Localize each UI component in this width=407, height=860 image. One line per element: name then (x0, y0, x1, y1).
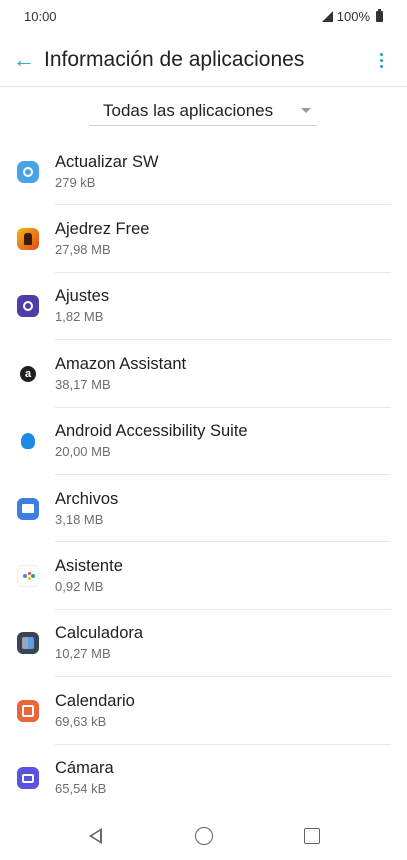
app-size: 20,00 MB (55, 444, 111, 460)
app-name: Android Accessibility Suite (55, 422, 248, 441)
calculator-icon (17, 632, 39, 655)
list-item-actualizar-sw[interactable]: Actualizar SW 279 kB (0, 138, 407, 206)
signal-icon (321, 10, 333, 22)
app-size: 38,17 MB (55, 376, 111, 392)
app-bar: ← Información de aplicaciones (0, 36, 407, 84)
system-navigation-bar (0, 812, 407, 860)
settings-icon (17, 295, 39, 318)
list-item-android-accessibility-suite[interactable]: Android Accessibility Suite 20,00 MB (0, 408, 407, 476)
app-name: Ajedrez Free (55, 220, 150, 239)
chess-icon (17, 228, 39, 251)
list-item-asistente[interactable]: Asistente 0,92 MB (0, 542, 407, 611)
list-item-archivos[interactable]: Archivos 3,18 MB (0, 475, 407, 543)
more-options-icon[interactable] (369, 48, 393, 72)
amazon-icon (17, 362, 39, 385)
files-icon (17, 497, 39, 520)
app-name: Amazon Assistant (55, 354, 187, 373)
list-item-calendario[interactable]: Calendario 69,63 kB (0, 677, 407, 745)
app-size: 10,27 MB (55, 646, 111, 662)
list-item-ajustes[interactable]: Ajustes 1,82 MB (0, 273, 407, 341)
app-size: 65,54 kB (55, 781, 107, 797)
nav-home-button[interactable] (150, 812, 258, 860)
dropdown-arrow-icon (301, 108, 311, 113)
app-size: 279 kB (55, 174, 96, 190)
page-title: Información de aplicaciones (44, 48, 305, 71)
app-name: Calculadora (55, 624, 144, 643)
app-name: Actualizar SW (55, 152, 159, 171)
list-item-calculadora[interactable]: Calculadora 10,27 MB (0, 610, 407, 678)
nav-back-button[interactable] (42, 812, 150, 860)
battery-percent: 100% (336, 8, 370, 24)
accessibility-icon (17, 430, 39, 453)
app-name: Calendario (55, 691, 135, 710)
app-name: Asistente (55, 557, 123, 576)
app-size: 69,63 kB (55, 713, 107, 729)
filter-selected-label: Todas las aplicaciones (103, 100, 274, 120)
list-item-ajedrez-free[interactable]: Ajedrez Free 27,98 MB (0, 205, 407, 274)
status-bar: 10:00 100% (0, 0, 407, 32)
home-circle-icon (194, 827, 213, 845)
app-filter-dropdown[interactable]: Todas las aplicaciones (89, 96, 317, 126)
nav-recents-button[interactable] (258, 812, 366, 860)
camera-icon (17, 767, 39, 790)
battery-icon (376, 8, 383, 22)
app-name: Archivos (55, 489, 119, 508)
list-item-amazon-assistant[interactable]: Amazon Assistant 38,17 MB (0, 340, 407, 408)
back-arrow-icon[interactable]: ← (12, 47, 36, 72)
app-size: 0,92 MB (55, 579, 104, 595)
list-item-camara[interactable]: Cámara 65,54 kB (0, 745, 407, 812)
calendar-icon (17, 699, 39, 722)
app-name: Cámara (55, 759, 114, 778)
divider (0, 86, 407, 87)
app-size: 1,82 MB (55, 309, 104, 325)
back-triangle-icon (89, 828, 102, 844)
status-time: 10:00 (24, 8, 57, 24)
app-size: 3,18 MB (55, 511, 104, 527)
update-sw-icon (17, 160, 39, 183)
app-name: Ajustes (55, 287, 110, 306)
recents-square-icon (303, 828, 320, 844)
app-size: 27,98 MB (55, 242, 111, 258)
assistant-icon (17, 565, 39, 588)
app-list: Actualizar SW 279 kB Ajedrez Free 27,98 … (0, 138, 407, 812)
status-icons: 100% (321, 8, 383, 24)
